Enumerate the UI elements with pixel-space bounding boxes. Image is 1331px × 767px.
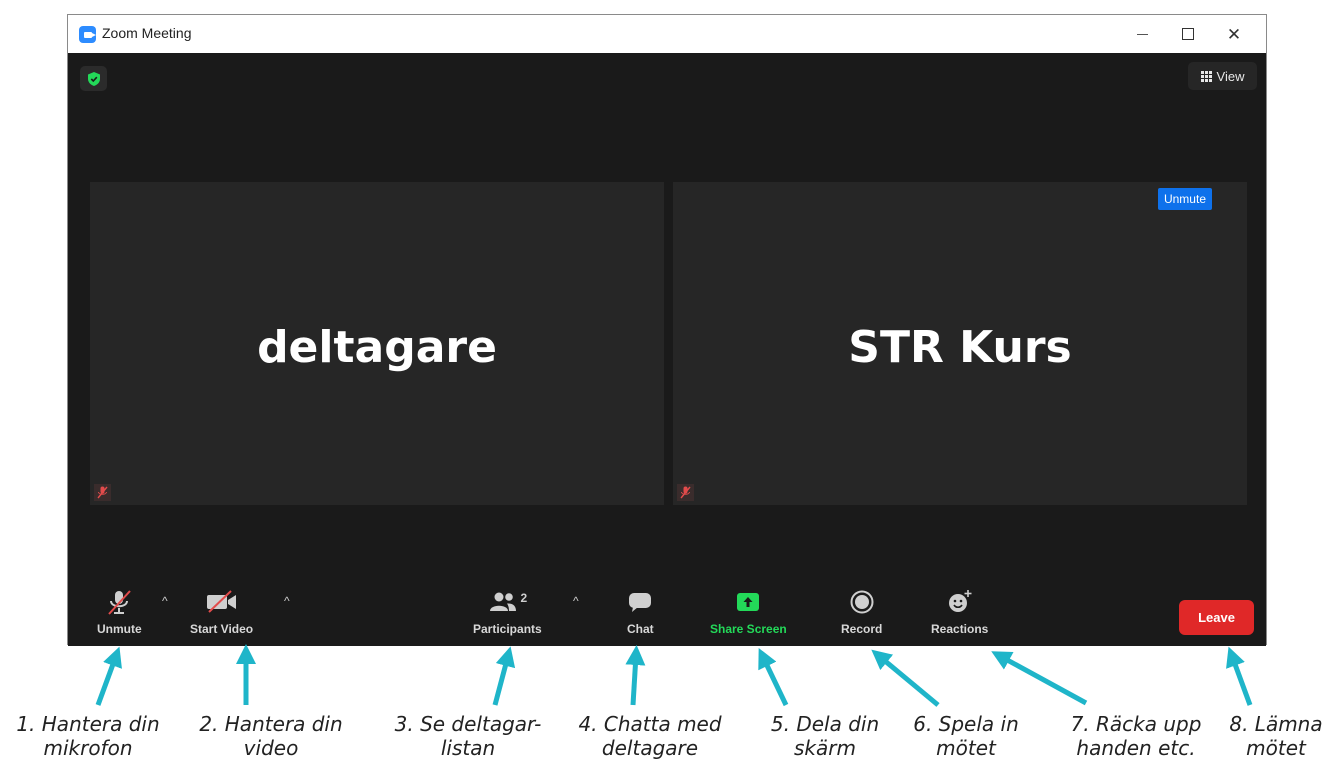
annotation-1-line2: mikrofon: [43, 736, 133, 760]
annotation-3-line2: listan: [440, 736, 496, 760]
annotation-8-line2: mötet: [1246, 736, 1306, 760]
annotation-arrows: [95, 644, 1253, 707]
arrow-6: [871, 649, 940, 707]
annotation-3-line1: 3. Se deltagar-: [394, 712, 542, 736]
annotation-7-line1: 7. Räcka upp: [1070, 712, 1202, 736]
annotation-5-line1: 5. Dela din: [770, 712, 880, 736]
annotation-3: 3. Se deltagar-listan: [382, 712, 554, 760]
annotation-5-line2: skärm: [794, 736, 856, 760]
annotation-1-line1: 1. Hantera din: [16, 712, 160, 736]
arrow-3: [492, 646, 516, 706]
annotation-8-line1: 8. Lämna: [1229, 712, 1323, 736]
annotation-2-line1: 2. Hantera din: [199, 712, 343, 736]
annotation-7: 7. Räcka upp handen etc.: [1050, 712, 1222, 760]
annotation-4: 4. Chatta med deltagare: [565, 712, 735, 760]
annotation-8: 8. Lämna mötet: [1221, 712, 1331, 760]
annotation-2-line2: video: [243, 736, 299, 760]
annotation-5: 5. Dela din skärm: [752, 712, 898, 760]
arrow-8: [1226, 646, 1253, 706]
arrow-4: [625, 645, 646, 706]
annotation-6-line1: 6. Spela in: [913, 712, 1019, 736]
annotation-7-line2: handen etc.: [1076, 736, 1196, 760]
annotation-1: 1. Hantera din mikrofon: [0, 712, 176, 760]
arrow-5: [758, 647, 789, 707]
annotation-6-line2: mötet: [936, 736, 996, 760]
annotation-4-line1: 4. Chatta med: [578, 712, 722, 736]
arrow-7: [991, 651, 1088, 706]
annotation-4-line2: deltagare: [601, 736, 699, 760]
annotation-6: 6. Spela in mötet: [896, 712, 1036, 760]
annotation-2: 2. Hantera din video: [186, 712, 356, 760]
arrow-1: [95, 646, 122, 706]
